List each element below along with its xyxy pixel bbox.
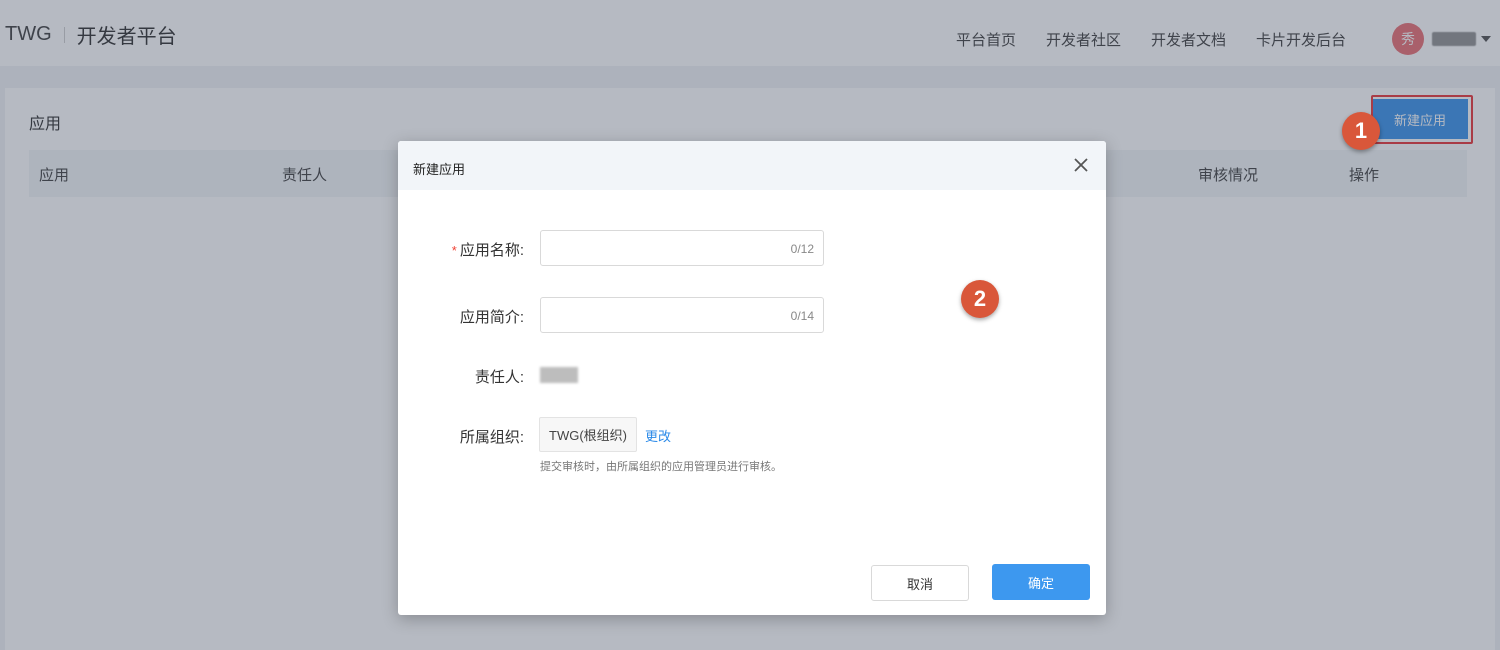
step-marker-2: 2 — [961, 280, 999, 318]
app-intro-input[interactable] — [541, 298, 771, 332]
org-value: TWG(根组织) — [539, 417, 637, 452]
required-mark: * — [451, 243, 457, 258]
org-label: 所属组织: — [459, 429, 524, 446]
step-marker-1: 1 — [1342, 112, 1380, 150]
app-name-field[interactable]: 0/12 — [540, 230, 824, 266]
app-name-input[interactable] — [541, 231, 771, 265]
org-hint: 提交审核时，由所属组织的应用管理员进行审核。 — [540, 461, 782, 473]
change-org-link[interactable]: 更改 — [645, 426, 671, 445]
close-icon[interactable] — [1070, 154, 1092, 176]
dialog-header: 新建应用 — [398, 141, 1106, 190]
owner-label: 责任人: — [474, 369, 524, 386]
app-name-label-text: 应用名称: — [459, 242, 524, 259]
app-intro-label: 应用简介: — [459, 309, 524, 326]
app-intro-field[interactable]: 0/14 — [540, 297, 824, 333]
new-app-dialog: 新建应用 * 应用名称: 0/12 应用简介: 0/14 责任人: 所属组织: T… — [398, 141, 1106, 615]
app-intro-counter: 0/14 — [790, 309, 814, 323]
app-name-label: * 应用名称: — [404, 239, 524, 260]
dialog-title: 新建应用 — [413, 162, 466, 177]
app-name-counter: 0/12 — [790, 242, 814, 256]
owner-value-redacted — [540, 367, 578, 383]
confirm-button[interactable]: 确定 — [992, 564, 1090, 600]
cancel-button[interactable]: 取消 — [871, 565, 969, 601]
